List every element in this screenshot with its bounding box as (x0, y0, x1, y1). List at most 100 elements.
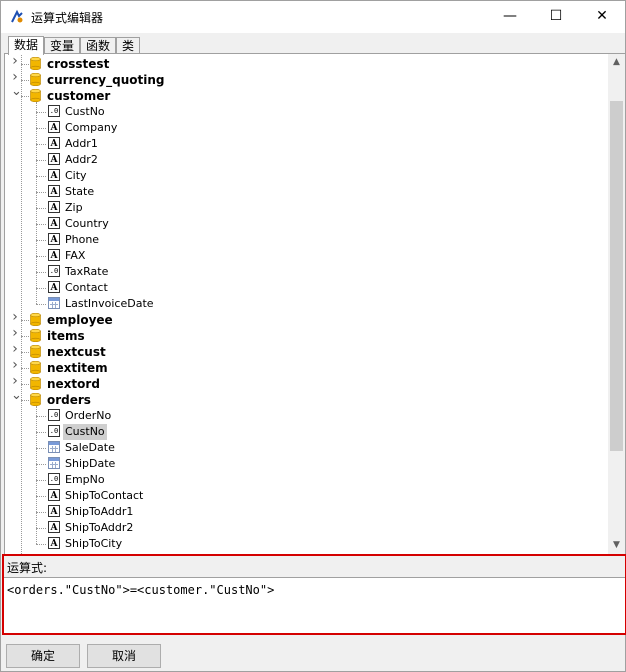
tree-table-row[interactable]: › crosstest (5, 54, 607, 72)
tree-field-row[interactable]: A Addr2 (5, 152, 607, 168)
expand-chevron-icon[interactable]: › (11, 358, 19, 372)
cancel-button[interactable]: 取消 (87, 644, 161, 668)
tree-table-row[interactable]: › employee (5, 310, 607, 328)
tree-field-row[interactable]: .0 OrderNo (5, 408, 607, 424)
tree-field-row[interactable]: LastInvoiceDate (5, 296, 607, 312)
tree-field-row[interactable]: .0 CustNo (5, 424, 607, 440)
tree-connector (36, 496, 46, 497)
text-field-icon: A (48, 489, 60, 501)
tree-field-label: State (65, 185, 95, 198)
tree-root-line (21, 54, 22, 554)
collapse-chevron-icon[interactable]: ⌄ (11, 389, 22, 402)
ok-button[interactable]: 确定 (6, 644, 80, 668)
tree-connector (36, 160, 46, 161)
expand-chevron-icon[interactable]: › (11, 54, 19, 68)
tree-field-row[interactable]: A ShipToAddr2 (5, 520, 607, 536)
tree-field-row[interactable]: A Addr1 (5, 136, 607, 152)
tree-field-label: FAX (65, 249, 86, 262)
calendar-grid-icon (50, 302, 58, 308)
maximize-button[interactable]: ☐ (533, 1, 579, 33)
tree-field-label: Addr1 (65, 137, 98, 150)
text-field-icon: A (48, 281, 60, 293)
minimize-button[interactable]: — (487, 1, 533, 33)
expression-label: 运算式: (7, 561, 48, 575)
tree-field-row[interactable]: A ShipToContact (5, 488, 607, 504)
vertical-scrollbar[interactable]: ▲ ▼ (608, 54, 625, 554)
scroll-down-arrow-icon[interactable]: ▼ (608, 537, 625, 554)
tree-connector (36, 128, 46, 129)
tab-classes[interactable]: 类 (116, 37, 140, 54)
tree-field-row[interactable]: A Country (5, 216, 607, 232)
expand-chevron-icon[interactable]: › (11, 70, 19, 84)
tree-connector (36, 256, 46, 257)
tree-table-label: nextitem (47, 361, 108, 375)
tab-functions[interactable]: 函数 (80, 37, 116, 54)
tree-connector (21, 64, 29, 65)
tree-field-row[interactable]: A City (5, 168, 607, 184)
tab-data[interactable]: 数据 (8, 36, 44, 55)
tree-table-row[interactable]: › items (5, 326, 607, 344)
tree-field-row[interactable]: SaleDate (5, 440, 607, 456)
tree-table-row[interactable]: ⌄ customer (5, 85, 607, 104)
tree-connector (21, 368, 29, 369)
expand-chevron-icon[interactable]: › (11, 374, 19, 388)
title-bar[interactable]: 运算式编辑器 — ☐ ✕ (1, 1, 625, 33)
tree-connector (21, 336, 29, 337)
tree-field-row[interactable]: .0 EmpNo (5, 472, 607, 488)
tree-field-row[interactable]: A ShipToAddr1 (5, 504, 607, 520)
calendar-grid-icon (50, 462, 58, 468)
tree-field-row[interactable]: A FAX (5, 248, 607, 264)
expand-chevron-icon[interactable]: › (11, 342, 19, 356)
expression-input[interactable]: <orders."CustNo">=<customer."CustNo"> (7, 583, 274, 597)
tree-table-row[interactable]: › currency_quoting (5, 70, 607, 88)
tree-table-label: currency_quoting (47, 73, 165, 87)
text-field-icon: A (48, 121, 60, 133)
tree-table-row[interactable]: ⌄ orders (5, 389, 607, 408)
date-field-icon (48, 297, 60, 309)
database-table-icon (30, 89, 41, 102)
tree-field-row[interactable]: ShipDate (5, 456, 607, 472)
tree-field-label: ShipToContact (65, 489, 144, 502)
tree-field-row[interactable]: .0 TaxRate (5, 264, 607, 280)
text-field-icon: A (48, 185, 60, 197)
app-icon (11, 9, 23, 23)
scroll-thumb[interactable] (610, 101, 623, 451)
tree-field-row[interactable]: A Contact (5, 280, 607, 296)
text-field-icon: A (48, 153, 60, 165)
number-field-icon: .0 (48, 265, 60, 277)
tree-field-row[interactable]: .0 CustNo (5, 104, 607, 120)
tree-connector (36, 416, 46, 417)
expand-chevron-icon[interactable]: › (11, 310, 19, 324)
tree-table-row[interactable]: › nextord (5, 374, 607, 392)
data-tree[interactable]: › crosstest › currency_quoting ⌄ customer .0 Cu… (4, 53, 626, 555)
tree-connector (36, 272, 46, 273)
tree-table-row[interactable]: › nextcust (5, 342, 607, 360)
expand-chevron-icon[interactable]: › (11, 326, 19, 340)
tree-connector (21, 400, 29, 401)
database-table-icon (30, 361, 41, 374)
tab-variables[interactable]: 变量 (44, 37, 80, 54)
tree-field-row[interactable]: A Phone (5, 232, 607, 248)
tree-field-row[interactable]: A Company (5, 120, 607, 136)
tree-table-row[interactable]: › nextitem (5, 358, 607, 376)
tree-field-row[interactable]: A ShipToCity (5, 536, 607, 552)
database-table-icon (30, 377, 41, 390)
scroll-up-arrow-icon[interactable]: ▲ (608, 54, 625, 71)
text-field-icon: A (48, 249, 60, 261)
tree-branch-line (36, 102, 37, 304)
tree-field-label: Company (65, 121, 118, 134)
tree-field-row[interactable]: A Zip (5, 200, 607, 216)
tree-connector (36, 224, 46, 225)
tree-field-row[interactable]: A State (5, 184, 607, 200)
tree-connector (36, 464, 46, 465)
database-table-icon (30, 329, 41, 342)
tree-connector (21, 320, 29, 321)
tree-field-label: SaleDate (65, 441, 115, 454)
text-field-icon: A (48, 217, 60, 229)
tree-field-label: Phone (65, 233, 100, 246)
close-button[interactable]: ✕ (579, 1, 625, 33)
tree-table-label: employee (47, 313, 113, 327)
tree-table-label: crosstest (47, 57, 110, 71)
tree-field-label: Addr2 (65, 153, 98, 166)
collapse-chevron-icon[interactable]: ⌄ (11, 85, 22, 98)
